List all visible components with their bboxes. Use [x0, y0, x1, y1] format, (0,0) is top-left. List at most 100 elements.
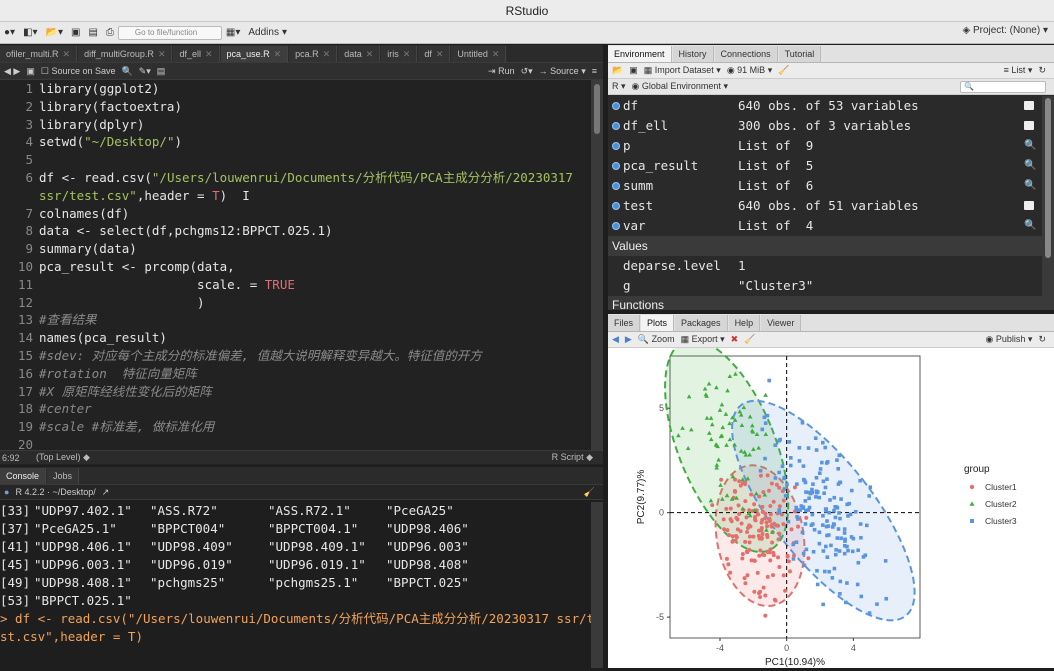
save-icon[interactable]: ▣	[26, 66, 35, 77]
close-tab-icon[interactable]: ✕	[492, 49, 500, 60]
magnifier-icon[interactable]: 🔍	[1024, 156, 1036, 171]
import-dataset-button[interactable]: ▦ Import Dataset ▾	[644, 65, 721, 76]
values-header[interactable]: Values	[608, 236, 1042, 256]
tab-packages[interactable]: Packages	[675, 315, 728, 331]
memory-usage[interactable]: ◉ 91 MiB ▾	[727, 65, 772, 76]
project-menu[interactable]: ◈ Project: (None) ▾	[962, 25, 1048, 36]
expand-icon[interactable]	[612, 122, 620, 130]
load-workspace-icon[interactable]: 📂	[612, 65, 623, 76]
close-tab-icon[interactable]: ✕	[63, 49, 71, 60]
rerun-button[interactable]: ↺▾	[521, 66, 533, 77]
source-on-save-checkbox[interactable]: ☐ Source on Save	[41, 66, 116, 77]
tab-diff-multigroup-r[interactable]: diff_multiGroup.R ✕	[78, 46, 173, 62]
editor-scroll-thumb[interactable]	[594, 84, 600, 134]
outline-icon[interactable]: ≡	[592, 66, 597, 76]
compile-icon[interactable]: ▤	[157, 66, 166, 77]
print-button[interactable]: ⎙	[102, 25, 118, 41]
tab-data[interactable]: data ✕	[338, 46, 381, 62]
env-value-row[interactable]: deparse.level 1	[608, 256, 1042, 276]
run-button[interactable]: ⇥ Run	[488, 66, 515, 77]
env-row[interactable]: test 640 obs. of 51 variables	[608, 196, 1042, 216]
functions-header[interactable]: Functions	[608, 296, 1042, 310]
expand-icon[interactable]	[612, 182, 620, 190]
tab-iris[interactable]: iris ✕	[381, 46, 418, 62]
env-row[interactable]: summ List of 6 🔍	[608, 176, 1042, 196]
tab-tutorial[interactable]: Tutorial	[778, 46, 822, 62]
share-icon[interactable]: ↗	[102, 487, 110, 498]
next-plot-icon[interactable]: ▶	[625, 334, 632, 345]
magnifier-icon[interactable]: 🔍	[1024, 176, 1036, 191]
refresh-plot-icon[interactable]: ↻	[1038, 334, 1046, 345]
export-button[interactable]: ▦ Export ▾	[681, 334, 725, 345]
expand-icon[interactable]	[612, 142, 620, 150]
goto-file-input[interactable]: Go to file/function	[117, 25, 222, 40]
tab-ofiler-multi-r[interactable]: ofiler_multi.R ✕	[0, 46, 78, 62]
env-row[interactable]: var List of 4 🔍	[608, 216, 1042, 236]
addins-menu[interactable]: Addins ▾	[244, 25, 291, 41]
grid-icon[interactable]: ▦▾	[222, 25, 244, 41]
close-tab-icon[interactable]: ✕	[403, 49, 411, 60]
close-tab-icon[interactable]: ✕	[366, 49, 374, 60]
env-row[interactable]: p List of 9 🔍	[608, 136, 1042, 156]
tab-pca-r[interactable]: pca.R ✕	[289, 46, 338, 62]
tab-jobs[interactable]: Jobs	[47, 468, 80, 484]
env-scroll-thumb[interactable]	[1045, 98, 1051, 258]
prev-plot-icon[interactable]: ◀	[612, 334, 619, 345]
broom-icon[interactable]: 🧹	[778, 65, 789, 76]
tab-connections[interactable]: Connections	[714, 46, 778, 62]
env-row[interactable]: df 640 obs. of 53 variables	[608, 96, 1042, 116]
source-button[interactable]: → Source ▾	[539, 66, 586, 77]
file-type-selector[interactable]: R Script ◆	[552, 452, 593, 463]
tab-environment[interactable]: Environment	[608, 46, 672, 62]
code-editor[interactable]: 1 2 3 4 5 6 7 8 9 10 11 12 13 14 15 16 17 18 19 20 library(…	[0, 80, 590, 452]
expand-icon[interactable]	[612, 222, 620, 230]
env-search-input[interactable]: 🔍	[960, 80, 1046, 93]
remove-plot-icon[interactable]: ✖	[731, 334, 739, 345]
open-project-button[interactable]: ◧▾	[19, 25, 41, 41]
magnifier-icon[interactable]: 🔍	[1024, 216, 1036, 231]
editor-scrollbar[interactable]	[591, 80, 603, 450]
tab-untitled[interactable]: Untitled ✕	[451, 46, 507, 62]
env-row[interactable]: df_ell 300 obs. of 3 variables	[608, 116, 1042, 136]
save-all-button[interactable]: ▤	[84, 25, 101, 41]
tab-df-ell[interactable]: df_ell ✕	[173, 46, 220, 62]
console-output[interactable]: [33] "UDP97.402.1" "ASS.R72" "ASS.R72.1" "Pc…	[0, 502, 602, 646]
tab-df[interactable]: df ✕	[418, 46, 451, 62]
tab-plots[interactable]: Plots	[641, 315, 675, 331]
search-icon[interactable]: 🔍	[121, 66, 132, 77]
expand-icon[interactable]	[612, 162, 620, 170]
expand-icon[interactable]	[612, 202, 620, 210]
close-tab-icon[interactable]: ✕	[323, 49, 331, 60]
save-button[interactable]: ▣	[67, 25, 84, 41]
clear-plots-icon[interactable]: 🧹	[744, 334, 755, 345]
view-table-icon[interactable]	[1024, 201, 1034, 210]
env-row[interactable]: pca_result List of 5 🔍	[608, 156, 1042, 176]
environment-scrollbar[interactable]	[1042, 96, 1054, 310]
scope-selector[interactable]: (Top Level) ◆	[30, 452, 90, 463]
tab-viewer[interactable]: Viewer	[761, 315, 802, 331]
expand-icon[interactable]	[612, 102, 620, 110]
close-tab-icon[interactable]: ✕	[205, 49, 213, 60]
magnifier-icon[interactable]: 🔍	[1024, 136, 1036, 151]
zoom-button[interactable]: 🔍 Zoom	[638, 334, 675, 345]
tab-files[interactable]: Files	[608, 315, 641, 331]
list-view-button[interactable]: ≡ List ▾	[1004, 65, 1033, 76]
tab-pca-use-r[interactable]: pca_use.R ✕	[220, 46, 289, 62]
close-tab-icon[interactable]: ✕	[274, 49, 282, 60]
save-workspace-icon[interactable]: ▣	[629, 65, 638, 76]
clear-console-icon[interactable]: 🧹	[584, 487, 595, 498]
back-icon[interactable]: ◀ ▶	[4, 66, 20, 77]
view-table-icon[interactable]	[1024, 121, 1034, 130]
tab-console[interactable]: Console	[0, 468, 47, 484]
open-file-button[interactable]: 📂▾	[42, 25, 67, 41]
scope-selector-env[interactable]: ◉ Global Environment ▾	[632, 81, 728, 92]
tab-history[interactable]: History	[672, 46, 714, 62]
view-table-icon[interactable]	[1024, 101, 1034, 110]
tab-help[interactable]: Help	[728, 315, 761, 331]
close-tab-icon[interactable]: ✕	[436, 49, 444, 60]
wand-icon[interactable]: ✎▾	[139, 66, 151, 77]
close-tab-icon[interactable]: ✕	[158, 49, 166, 60]
refresh-icon[interactable]: ↻	[1038, 65, 1046, 76]
new-file-button[interactable]: ●▾	[0, 25, 19, 41]
env-value-row[interactable]: g "Cluster3"	[608, 276, 1042, 296]
